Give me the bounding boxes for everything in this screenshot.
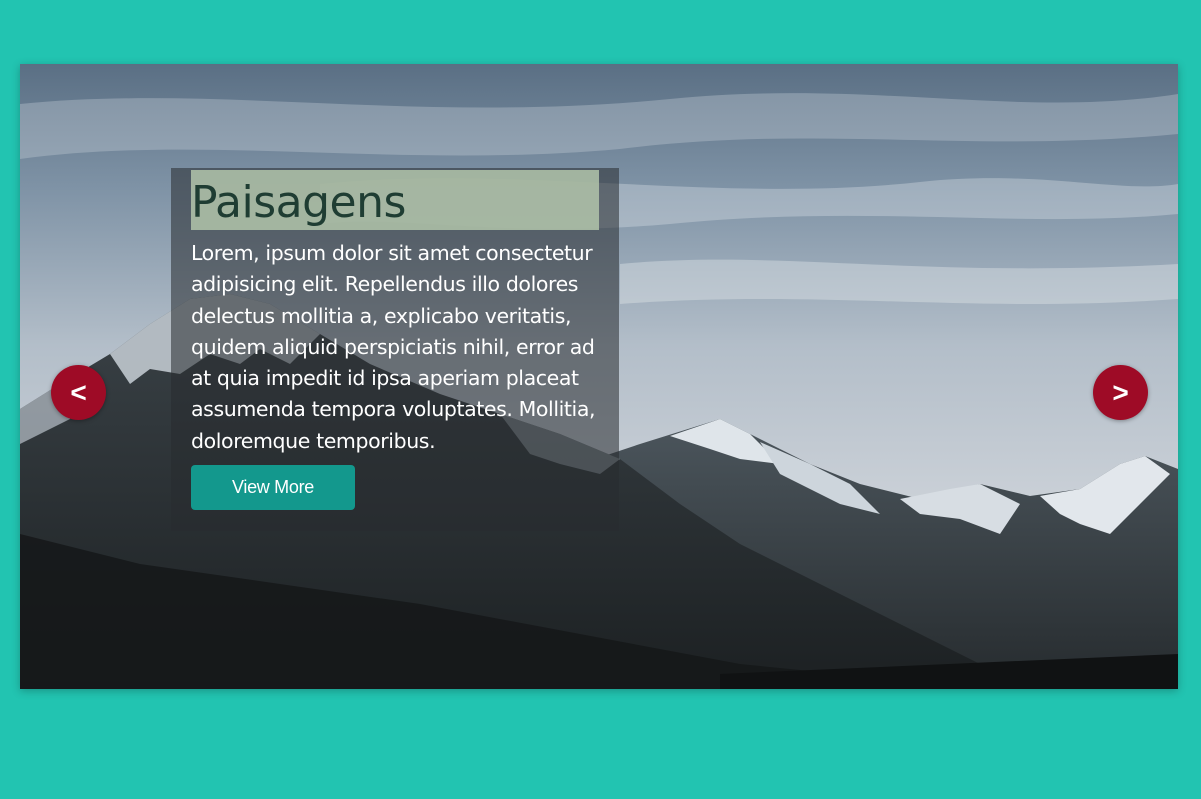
slide-caption: Paisagens Lorem, ipsum dolor sit amet co… bbox=[171, 168, 619, 531]
previous-slide-button[interactable]: < bbox=[51, 365, 106, 420]
image-slider: Paisagens Lorem, ipsum dolor sit amet co… bbox=[20, 64, 1178, 689]
slide-title: Paisagens bbox=[191, 170, 599, 230]
slide-description: Lorem, ipsum dolor sit amet consectetur … bbox=[191, 241, 596, 453]
view-more-button[interactable]: View More bbox=[191, 465, 355, 510]
next-slide-button[interactable]: > bbox=[1093, 365, 1148, 420]
